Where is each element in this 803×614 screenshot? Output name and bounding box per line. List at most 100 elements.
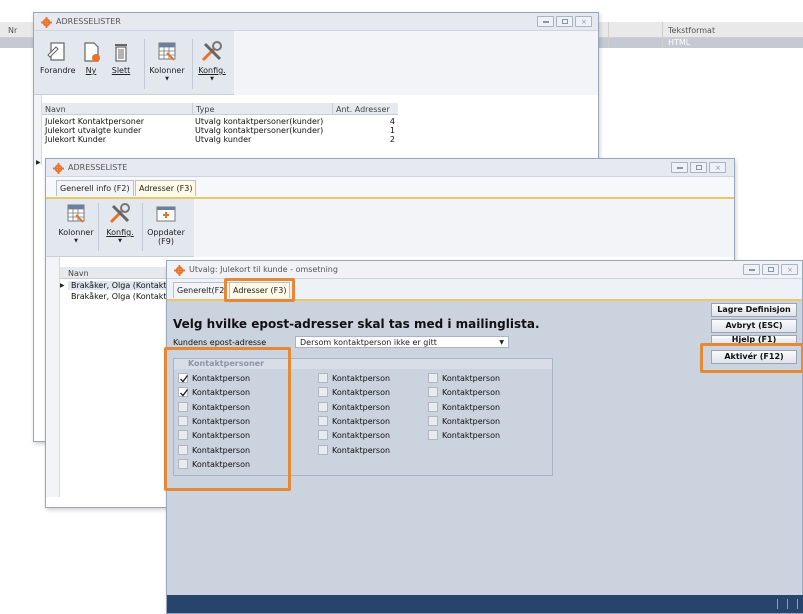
kontaktperson-checkbox[interactable]: [318, 415, 328, 426]
chevron-down-icon: ▼: [210, 76, 214, 82]
oppdater-button[interactable]: Oppdater (F9): [146, 203, 186, 246]
table-row[interactable]: Brakåker, Olga (Kontaktp: [68, 292, 168, 301]
tab-bar: Generell info (F2) Adresser (F3): [46, 177, 734, 199]
maximize-icon[interactable]: [556, 16, 573, 27]
kontaktperson-label: Kontaktperson: [332, 402, 391, 412]
column-divider: [662, 22, 663, 48]
tab-generell-info[interactable]: Generell info (F2): [56, 180, 134, 196]
maximize-icon[interactable]: [690, 162, 707, 173]
forandre-label: Forandre: [40, 66, 76, 75]
highlight-tab-adresser: [224, 278, 295, 302]
cell-ant: 4: [389, 117, 395, 126]
kontaktperson-checkbox[interactable]: [318, 401, 328, 412]
kontaktperson-checkbox[interactable]: [428, 387, 438, 398]
row-html: HTML: [668, 38, 691, 47]
col-tekstformat[interactable]: Tekstformat: [668, 26, 715, 35]
status-divider: [787, 599, 788, 609]
cell-navn: Julekort utvalgte kunder: [45, 126, 142, 135]
kontaktperson-checkbox[interactable]: [428, 415, 438, 426]
kontaktperson-checkbox[interactable]: [318, 444, 328, 455]
tab-adresser[interactable]: Adresser (F3): [135, 180, 197, 196]
kolonner-button[interactable]: Kolonner ▼: [148, 41, 186, 82]
status-bar: [167, 595, 803, 613]
close-icon[interactable]: ×: [781, 264, 798, 275]
kontaktperson-label: Kontaktperson: [442, 416, 501, 426]
ny-label: Ny: [85, 66, 97, 75]
ny-button[interactable]: Ny: [80, 41, 102, 75]
table-row[interactable]: Julekort Kontaktpersoner Utvalg kontaktp…: [42, 117, 398, 126]
cell-ant: 2: [389, 135, 395, 144]
grid-header: Navn Type Ant. Adresser: [42, 103, 398, 115]
email-select[interactable]: Dersom kontaktperson ikke er gitt ▼: [295, 336, 509, 348]
row-pointer-icon: ▶: [60, 282, 65, 289]
table-row[interactable]: Julekort Kunder Utvalg kunder 2: [42, 135, 398, 144]
column-divider: [608, 22, 609, 48]
tab-generelt[interactable]: Generelt(F2): [173, 282, 232, 298]
app-logo-icon: [174, 265, 185, 276]
col-navn[interactable]: Navn: [42, 103, 192, 114]
window-controls: ×: [671, 162, 726, 173]
oppdater-shortcut: (F9): [158, 237, 174, 246]
tools-icon: [109, 203, 130, 224]
row-indicator-column: [34, 95, 42, 165]
kontaktperson-label: Kontaktperson: [442, 431, 501, 441]
row-indicator-column: [46, 257, 60, 497]
kontaktperson-label: Kontaktperson: [332, 416, 391, 426]
cell-type: Utvalg kunder: [195, 135, 252, 144]
chevron-down-icon: ▼: [118, 238, 122, 244]
kontaktperson-checkbox[interactable]: [318, 430, 328, 441]
app-logo-icon: [41, 17, 52, 28]
cell-type: Utvalg kontaktpersoner(kunder): [195, 117, 324, 126]
cell-type: Utvalg kontaktpersoner(kunder): [195, 126, 324, 135]
konfig-label: Konfig.: [106, 228, 134, 237]
grid-header: Navn: [60, 267, 170, 279]
col-ant-adresser[interactable]: Ant. Adresser: [332, 103, 398, 114]
konfig-button[interactable]: Konfig. ▼: [104, 203, 136, 244]
edit-icon: [47, 42, 65, 61]
ribbon-separator: [192, 39, 193, 89]
columns-icon: [158, 42, 176, 61]
kontaktperson-checkbox[interactable]: [428, 401, 438, 412]
konfig-button[interactable]: Konfig. ▼: [196, 41, 228, 82]
status-divider: [777, 599, 778, 609]
maximize-icon[interactable]: [762, 264, 779, 275]
kontaktperson-checkbox[interactable]: [428, 373, 438, 383]
close-icon[interactable]: ×: [709, 162, 726, 173]
forandre-button[interactable]: Forandre: [40, 41, 76, 75]
cell-navn: Julekort Kunder: [45, 135, 107, 144]
slett-label: Slett: [111, 66, 131, 75]
ribbon-separator: [98, 203, 99, 251]
kolonner-label: Kolonner: [149, 66, 185, 75]
highlight-checkboxes: [164, 347, 291, 491]
titlebar: Utvalg: Julekort til kunde - omsetning ×: [167, 261, 802, 279]
email-label: Kundens epost-adresse: [173, 338, 267, 347]
kontaktperson-checkbox[interactable]: [318, 373, 328, 383]
kontaktperson-label: Kontaktperson: [442, 374, 501, 383]
col-nr[interactable]: Nr: [8, 26, 17, 35]
ribbon: Kolonner ▼ Konfig. ▼ Oppdater (F9): [46, 199, 194, 257]
table-row[interactable]: Brakåker, Olga (Kontaktp: [68, 281, 168, 290]
minimize-icon[interactable]: [671, 162, 688, 173]
window-title: Utvalg: Julekort til kunde - omsetning: [189, 265, 338, 274]
col-type[interactable]: Type: [192, 103, 332, 114]
kontaktperson-label: Kontaktperson: [442, 388, 501, 398]
minimize-icon[interactable]: [743, 264, 760, 275]
kontaktperson-checkbox[interactable]: [318, 387, 328, 398]
col-navn[interactable]: Navn: [60, 267, 170, 278]
minimize-icon[interactable]: [537, 16, 554, 27]
lagre-definisjon-button[interactable]: Lagre Definisjon: [711, 303, 797, 317]
close-icon[interactable]: ×: [575, 16, 592, 27]
avbryt-button[interactable]: Avbryt (ESC): [711, 319, 797, 333]
ribbon-separator: [142, 203, 143, 251]
dialog-heading: Velg hvilke epost-adresser skal tas med …: [173, 317, 540, 331]
table-row[interactable]: Julekort utvalgte kunder Utvalg kontaktp…: [42, 126, 398, 135]
status-divider: [797, 599, 798, 609]
window-controls: ×: [537, 16, 592, 27]
kolonner-button[interactable]: Kolonner ▼: [58, 203, 94, 244]
kontaktperson-checkbox[interactable]: [428, 430, 438, 441]
slett-button[interactable]: Slett: [108, 41, 134, 75]
ribbon: Forandre Ny Slett Kolonner ▼ Konfig. ▼: [34, 31, 234, 95]
window-title: ADRESSELISTER: [56, 17, 121, 26]
kontaktperson-label: Kontaktperson: [442, 402, 501, 412]
row-pointer-icon: ▶: [36, 159, 41, 166]
